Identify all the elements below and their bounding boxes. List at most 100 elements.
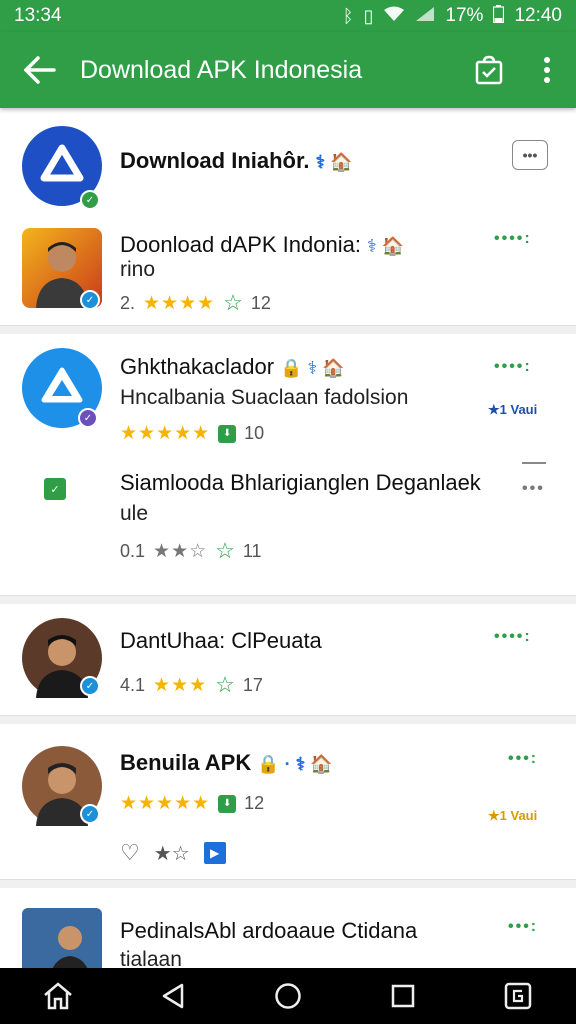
rating-stars-icon: ★★☆ [153,540,208,562]
list-item[interactable]: ✓ Download Iniahôr. ⚕ 🏠 ••• [0,108,576,218]
saved-button[interactable] [460,32,518,108]
bluetooth-icon: ᛒ [342,5,354,26]
app-title: DantUhaa: ClPeuata [120,628,322,653]
screenshot-button[interactable] [483,968,553,1024]
review-count: 17 [242,674,263,695]
rank-label: ★1 Vaui [488,402,538,417]
more-vert-icon [544,57,550,83]
app-subtitle: ule [120,502,149,525]
battery-icon [493,4,505,28]
app-meta: 0.1 ★★☆ ☆ 11 [120,538,262,564]
app-meta: ★★★★★ ⬇ 10 [120,422,264,445]
list-item[interactable]: ✓ Doonload dAPK Indonia: ⚕ 🏠 rino 2. ★★★★… [0,218,576,326]
home-circle-button[interactable] [253,968,323,1024]
app-card: ✓ Ghkthakaclador 🔒 ⚕ 🏠 Hncalbania Suaclaa… [0,334,576,596]
list-item[interactable]: ✓ Siamlooda Bhlarigianglen Deganlaek ule… [0,458,576,596]
rating-value: 4.1 [120,674,146,695]
rating-stars-icon: ★★★ [153,674,208,696]
verified-badge-icon: ✓ [80,190,100,210]
rating-value: 0.1 [120,540,146,561]
app-meta: 4.1 ★★★ ☆ 17 [120,672,263,698]
app-title: Doonload dAPK Indonia: [120,232,361,257]
more-dots-icon[interactable]: •••: [508,918,538,936]
star-outline-icon: ☆ [215,538,235,563]
divider-line [522,462,546,464]
overflow-menu-button[interactable] [518,32,576,108]
app-card: ✓ DantUhaa: ClPeuata 4.1 ★★★ ☆ 17 ••••: [0,604,576,716]
download-icon: ⬇ [218,424,237,443]
app-title: Siamlooda Bhlarigianglen Deganlaek [120,470,481,495]
rank-label: ★1 Vaui [488,808,538,823]
review-count: 11 [242,540,262,561]
list-item[interactable]: PedinalsAbl ardoaaue Ctidana tialaan •••… [0,888,576,968]
verified-badge-icon: ✓ [80,290,100,310]
review-count: 12 [244,793,265,813]
app-actions: ♡ ★☆ ▶ [120,840,226,866]
download-icon: ⬇ [218,794,237,813]
app-subtitle: Hncalbania Suaclaan fadolsion [120,386,409,409]
app-title: Download Iniahôr. [120,148,310,173]
verified-badge-icon: ✓ [78,408,98,428]
app-subtitle: rino [120,258,156,281]
rating-stars-icon: ★★★★★ [120,793,211,814]
more-dots-icon[interactable]: ••• [522,480,545,498]
app-list[interactable]: ✓ Download Iniahôr. ⚕ 🏠 ••• ✓ Doonload dA… [0,108,576,968]
square-recents-icon [391,984,415,1008]
app-title: PedinalsAbl ardoaaue Ctidana [120,918,418,943]
app-card: ✓ Download Iniahôr. ⚕ 🏠 ••• ✓ Doonload dA… [0,108,576,326]
shopping-bag-check-icon [475,55,503,85]
play-icon[interactable]: ▶ [203,842,226,864]
app-card: ✓ Benuila APK 🔒 · ⚕ 🏠 ★★★★★ ⬇ 12 ♡ ★☆ ▶ •… [0,724,576,880]
status-time-left: 13:34 [14,5,62,26]
status-bar: 13:34 ᛒ ▯ 17% 12:40 [0,0,576,32]
wifi-icon [383,6,405,27]
more-dots-icon[interactable]: ••••: [494,628,532,646]
triangle-back-icon [162,983,184,1009]
rating-stars-icon: ★★★★★ [120,423,211,444]
vibrate-icon: ▯ [363,5,374,26]
status-icons: ᛒ ▯ 17% 12:40 [342,4,562,28]
review-count: 10 [244,423,265,443]
list-item[interactable]: ✓ Ghkthakaclador 🔒 ⚕ 🏠 Hncalbania Suaclaa… [0,334,576,458]
list-item[interactable]: ✓ DantUhaa: ClPeuata 4.1 ★★★ ☆ 17 ••••: [0,604,576,716]
more-dots-icon[interactable]: ••••: [494,230,532,248]
status-time-right: 12:40 [514,5,562,26]
screenshot-icon [505,982,532,1010]
arrow-back-icon [24,56,56,84]
battery-percent: 17% [445,5,484,26]
recents-button[interactable] [368,968,438,1024]
more-dots-icon[interactable]: ••••: [494,358,532,376]
home-nav-button[interactable] [23,968,93,1024]
app-icon-person [22,908,102,968]
back-button[interactable] [0,32,80,108]
app-small-icon: ✓ [44,478,66,500]
app-title: Benuila APK [120,750,252,775]
rating-value: 2. [120,292,136,313]
star-outline-icon: ☆ [223,290,243,315]
more-options-button[interactable]: ••• [512,140,548,170]
verified-badge-icon: ✓ [80,676,100,696]
app-meta: ★★★★★ ⬇ 12 [120,792,264,815]
app-bar: Download APK Indonesia [0,32,576,108]
rate-icon[interactable]: ★☆ [154,841,190,866]
star-outline-icon: ☆ [215,672,235,697]
signal-icon [415,6,435,27]
app-category-icons: ⚕ 🏠 [315,152,353,172]
app-category-icons: 🔒 ⚕ 🏠 [280,358,345,378]
home-icon [43,982,72,1010]
app-card: PedinalsAbl ardoaaue Ctidana tialaan •••… [0,888,576,968]
heart-icon[interactable]: ♡ [120,840,140,866]
circle-home-icon [275,983,301,1009]
more-dots-icon[interactable]: •••: [508,750,538,768]
back-nav-button[interactable] [138,968,208,1024]
page-title: Download APK Indonesia [80,55,363,84]
app-category-icons: ⚕ 🏠 [366,236,405,256]
system-nav-bar [0,968,576,1024]
review-count: 12 [250,292,271,313]
verified-badge-icon: ✓ [80,804,100,824]
list-item[interactable]: ✓ Benuila APK 🔒 · ⚕ 🏠 ★★★★★ ⬇ 12 ♡ ★☆ ▶ •… [0,724,576,880]
app-category-icons: 🔒 · ⚕ 🏠 [257,754,333,774]
app-subtitle: tialaan [120,948,182,968]
app-meta: 2. ★★★★ ☆ 12 [120,290,271,316]
app-title: Ghkthakaclador [120,354,275,379]
